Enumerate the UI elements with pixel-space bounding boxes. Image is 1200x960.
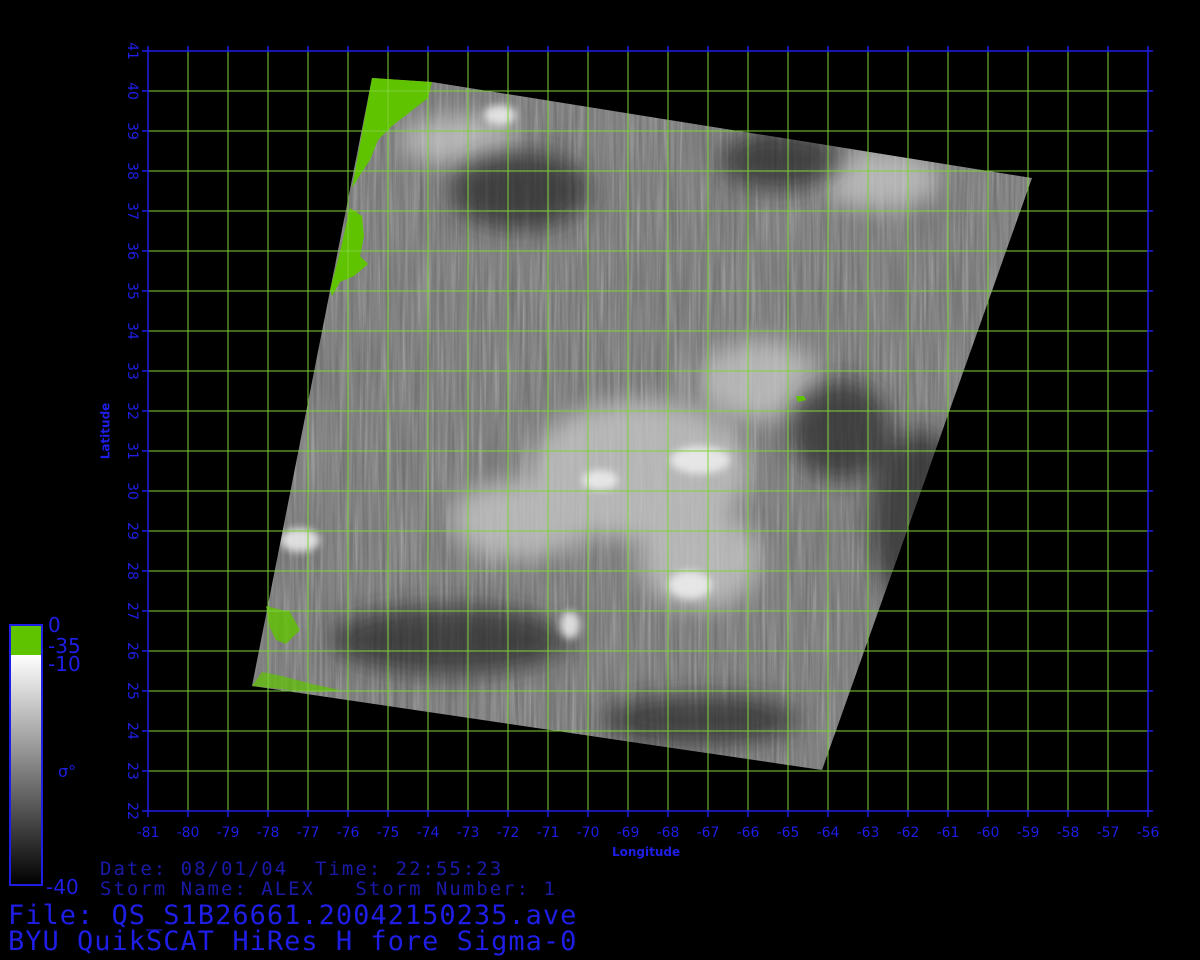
longitude-tick-labels: -81 -80 -79 -78 -77 -76 -75 -74 -73 -72 -71 -70 -69 -… <box>137 825 1160 841</box>
product-title-line: BYU QuikSCAT HiRes H fore Sigma-0 <box>8 926 578 957</box>
x-tick-label: -68 <box>657 825 680 841</box>
x-tick-label: -59 <box>1017 825 1040 841</box>
x-tick-label: -56 <box>1137 825 1160 841</box>
x-tick-label: -80 <box>177 825 200 841</box>
x-tick-label: -70 <box>577 825 600 841</box>
y-tick-label: 22 <box>124 802 140 820</box>
x-tick-label: -81 <box>137 825 160 841</box>
y-tick-label: 28 <box>124 562 140 580</box>
x-tick-label: -64 <box>817 825 840 841</box>
x-tick-label: -61 <box>937 825 960 841</box>
colorbar-symbol: σ° <box>58 762 77 781</box>
y-tick-label: 37 <box>124 202 140 220</box>
x-tick-label: -75 <box>377 825 400 841</box>
x-tick-label: -77 <box>297 825 320 841</box>
colorbar-land-swatch <box>10 625 42 655</box>
colorbar-label-mid: -10 <box>48 652 81 676</box>
y-tick-label: 23 <box>124 762 140 780</box>
x-tick-label: -69 <box>617 825 640 841</box>
x-tick-label: -67 <box>697 825 720 841</box>
y-tick-label: 35 <box>124 282 140 300</box>
x-tick-label: -58 <box>1057 825 1080 841</box>
x-tick-label: -65 <box>777 825 800 841</box>
x-tick-label: -62 <box>897 825 920 841</box>
x-tick-label: -63 <box>857 825 880 841</box>
sar-swath-image <box>252 78 1032 770</box>
x-tick-label: -73 <box>457 825 480 841</box>
x-tick-label: -72 <box>497 825 520 841</box>
y-tick-label: 26 <box>124 642 140 660</box>
date-time-line: Date: 08/01/04 Time: 22:55:23 <box>100 858 504 880</box>
storm-line: Storm Name: ALEX Storm Number: 1 <box>100 878 557 900</box>
x-tick-label: -60 <box>977 825 1000 841</box>
map-figure: -81 -80 -79 -78 -77 -76 -75 -74 -73 -72 -71 -70 -69 -… <box>9 42 1160 886</box>
y-tick-label: 27 <box>124 602 140 620</box>
y-tick-label: 36 <box>124 242 140 260</box>
x-tick-label: -79 <box>217 825 240 841</box>
y-tick-label: 40 <box>124 82 140 100</box>
latitude-tick-labels: 22 23 24 25 26 27 28 29 30 31 32 33 34 35 36 37 38 39 40 41 <box>124 42 140 820</box>
y-tick-label: 39 <box>124 122 140 140</box>
x-tick-label: -57 <box>1097 825 1120 841</box>
y-tick-label: 32 <box>124 402 140 420</box>
colorbar-label-bottom: -40 <box>46 875 79 899</box>
y-tick-label: 31 <box>124 442 140 460</box>
y-tick-label: 30 <box>124 482 140 500</box>
x-tick-label: -78 <box>257 825 280 841</box>
x-tick-label: -74 <box>417 825 440 841</box>
y-tick-label: 29 <box>124 522 140 540</box>
colorbar-gradient <box>10 655 42 885</box>
colorbar <box>9 624 43 886</box>
y-tick-label: 38 <box>124 162 140 180</box>
y-tick-label: 34 <box>124 322 140 340</box>
colorbar-label-top: 0 <box>48 613 61 637</box>
y-axis-title: Latitude <box>98 402 113 460</box>
x-tick-label: -76 <box>337 825 360 841</box>
x-tick-label: -66 <box>737 825 760 841</box>
x-axis-title: Longitude <box>612 845 681 859</box>
x-tick-label: -71 <box>537 825 560 841</box>
y-tick-label: 41 <box>124 42 140 60</box>
y-tick-label: 25 <box>124 682 140 700</box>
y-tick-label: 24 <box>124 722 140 740</box>
y-tick-label: 33 <box>124 362 140 380</box>
